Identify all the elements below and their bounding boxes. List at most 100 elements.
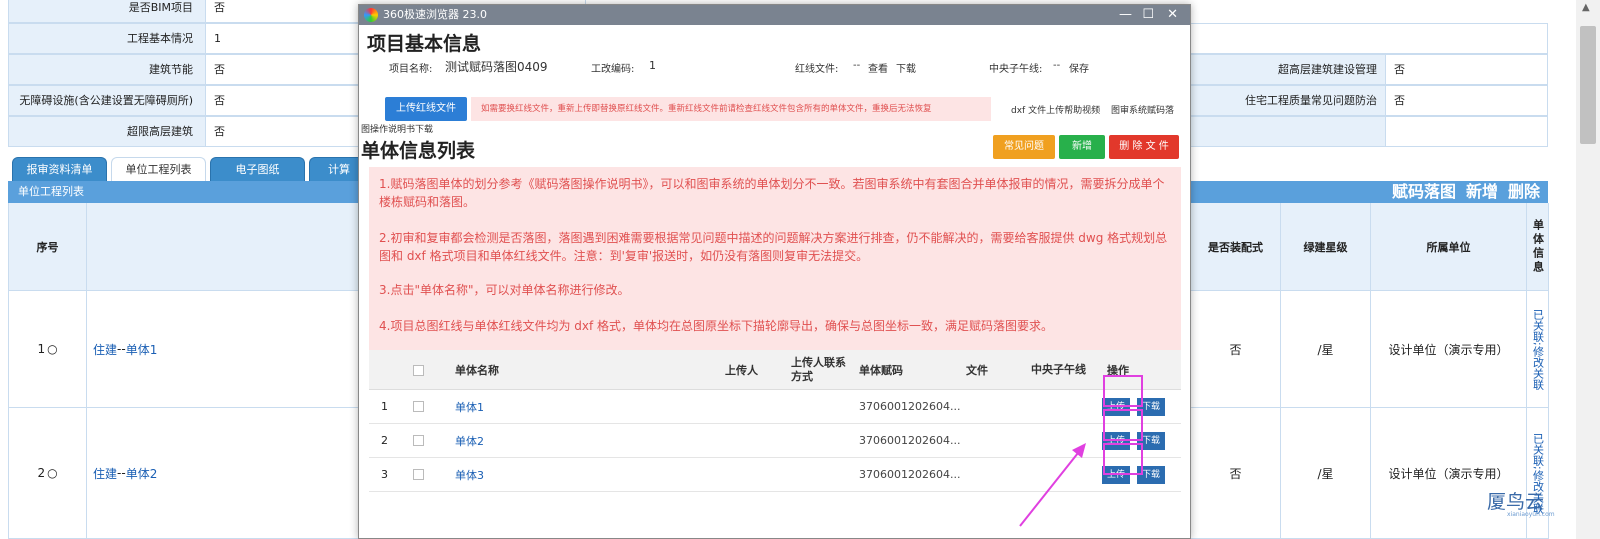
notice-4: 4.项目总图红线与单体红线文件均为 dxf 格式，单体均在总图原坐标下描轮廓导出… xyxy=(379,319,1054,333)
upload-redline-button[interactable]: 上传红线文件 xyxy=(385,97,467,121)
form-label: 超高层建筑建设管理 xyxy=(1278,63,1377,76)
row-2-prefab: 否 xyxy=(1191,408,1281,539)
add-button[interactable]: 新增 xyxy=(1466,182,1498,201)
list-actions: 赋码落图 新增 删除 xyxy=(1382,181,1540,203)
row-no: 2 xyxy=(37,466,46,480)
row-sep: -- xyxy=(117,342,126,356)
unit-name-link[interactable]: 单体1 xyxy=(455,399,484,415)
form-value-empty xyxy=(1385,117,1547,146)
row-index: 2 xyxy=(381,434,388,447)
assign-map-button[interactable]: 赋码落图 xyxy=(1392,182,1456,201)
col-uploader: 上传人 xyxy=(725,364,758,377)
browser-logo-icon xyxy=(364,8,378,22)
reform-code-value: 1 xyxy=(649,59,656,72)
central-meridian-save-link[interactable]: 保存 xyxy=(1069,60,1089,75)
unit-list-title: 单位工程列表 xyxy=(18,185,84,198)
form-label: 住宅工程质量常见问题防治 xyxy=(1245,94,1377,107)
project-info-title: 项目基本信息 xyxy=(367,33,482,55)
row-name[interactable]: 单体1 xyxy=(126,341,158,358)
row-info-link[interactable]: 已关联;修改关联 xyxy=(1530,309,1546,390)
unit-code: 3706001202604... xyxy=(859,468,961,481)
row-2-no: 2 ○ xyxy=(9,408,87,539)
unit-code: 3706001202604... xyxy=(859,434,961,447)
header-prefab: 是否装配式 xyxy=(1191,203,1281,291)
row-1-prefab: 否 xyxy=(1191,291,1281,408)
form-value: 否 xyxy=(1385,55,1547,84)
header-unit: 所属单位 xyxy=(1371,203,1527,291)
row-name[interactable]: 单体2 xyxy=(126,465,158,482)
unit-name-link[interactable]: 单体3 xyxy=(455,467,484,483)
row-1-green: /星 xyxy=(1281,291,1371,408)
manual-link[interactable]: 图审系统赋码落 xyxy=(1111,103,1174,116)
watermark-logo: 厦鸟云 xianiaoyun.com xyxy=(1487,487,1555,518)
row-tag[interactable]: 住建 xyxy=(93,465,117,482)
tab-unit-list[interactable]: 单位工程列表 xyxy=(111,157,206,181)
row-tag[interactable]: 住建 xyxy=(93,341,117,358)
popup-window: 360极速浏览器 23.0 — ☐ ✕ 项目基本信息 项目名称: 测试赋码落图0… xyxy=(358,4,1191,539)
col-file: 文件 xyxy=(966,364,988,377)
unit-name-link[interactable]: 单体2 xyxy=(455,433,484,449)
form-value: 否 xyxy=(1385,86,1547,115)
radio-icon[interactable]: ○ xyxy=(47,466,57,480)
header-info: 单体信息 xyxy=(1527,203,1549,291)
row-checkbox[interactable] xyxy=(413,401,424,412)
header-no: 序号 xyxy=(9,203,87,291)
tab-report-list[interactable]: 报审资料清单 xyxy=(12,157,107,181)
page-scrollbar[interactable]: ▲ xyxy=(1576,0,1600,539)
tab-drawings[interactable]: 电子图纸 xyxy=(210,157,305,181)
notice-2: 2.初审和复审都会检测是否落图，落图遇到困难需要根据常见问题中描述的问题解决方案… xyxy=(379,231,1168,263)
manual-link-continued[interactable]: 图操作说明书下载 xyxy=(361,122,433,135)
scroll-thumb[interactable] xyxy=(1580,26,1596,144)
unit-code: 3706001202604... xyxy=(859,400,961,413)
row-index: 3 xyxy=(381,468,388,481)
redline-download-link[interactable]: 下载 xyxy=(896,60,916,75)
highlight-box xyxy=(1103,409,1143,441)
row-2-green: /星 xyxy=(1281,408,1371,539)
row-checkbox[interactable] xyxy=(413,469,424,480)
dxf-help-video-link[interactable]: dxf 文件上传帮助视频 xyxy=(1011,103,1100,116)
header-green: 绿建星级 xyxy=(1281,203,1371,291)
highlight-box xyxy=(1103,375,1143,407)
row-1-unit: 设计单位（演示专用） xyxy=(1371,291,1527,408)
delete-button[interactable]: 删除 xyxy=(1508,182,1540,201)
minimize-icon[interactable]: — xyxy=(1119,5,1132,25)
scroll-up-icon[interactable]: ▲ xyxy=(1582,2,1590,13)
central-meridian-value: -- xyxy=(1053,60,1061,71)
row-1-no: 1 ○ xyxy=(9,291,87,408)
col-code: 单体赋码 xyxy=(859,364,903,377)
redline-value: -- xyxy=(853,60,861,71)
col-name: 单体名称 xyxy=(455,364,499,377)
faq-button[interactable]: 常见问题 xyxy=(993,135,1055,159)
row-sep: -- xyxy=(117,466,126,480)
form-label: 超限高层建筑 xyxy=(127,125,193,138)
row-2-unit: 设计单位（演示专用） xyxy=(1371,408,1527,539)
watermark-sub: xianiaoyun.com xyxy=(1507,511,1555,518)
select-all-checkbox[interactable] xyxy=(413,350,433,390)
project-name-value: 测试赋码落图0409 xyxy=(445,60,548,74)
central-meridian-label: 中央子午线: xyxy=(989,64,1043,75)
browser-title: 360极速浏览器 23.0 xyxy=(383,8,487,21)
redline-label: 红线文件: xyxy=(795,64,839,75)
notice-3: 3.点击"单体名称"，可以对单体名称进行修改。 xyxy=(379,283,630,297)
header-info-text: 单体信息 xyxy=(1531,218,1545,275)
col-contact: 上传人联系方式 xyxy=(791,356,846,383)
form-label: 无障碍设施(含公建设置无障碍厕所) xyxy=(19,94,193,107)
maximize-icon[interactable]: ☐ xyxy=(1142,5,1154,25)
close-icon[interactable]: ✕ xyxy=(1167,5,1178,25)
unit-info-list-title: 单体信息列表 xyxy=(361,140,476,162)
row-checkbox[interactable] xyxy=(413,435,424,446)
radio-icon[interactable]: ○ xyxy=(47,342,57,356)
watermark-text: 厦鸟云 xyxy=(1487,491,1545,513)
form-label: 是否BIM项目 xyxy=(128,1,193,14)
project-name-label: 项目名称: xyxy=(389,64,433,75)
add-unit-button[interactable]: 新增 xyxy=(1059,135,1105,159)
delete-file-button[interactable]: 删 除 文 件 xyxy=(1109,135,1179,159)
notice-1: 1.赋码落图单体的划分参考《赋码落图操作说明书》，可以和图审系统的单体划分不一致… xyxy=(379,177,1165,209)
redline-view-link[interactable]: 查看 xyxy=(868,60,888,75)
table-row: 3 单体3 3706001202604... 上传 下载 xyxy=(369,458,1181,492)
notice-box: 1.赋码落图单体的划分参考《赋码落图操作说明书》，可以和图审系统的单体划分不一致… xyxy=(369,167,1181,350)
table-row: 1 单体1 3706001202604... 上传 下载 xyxy=(369,390,1181,424)
row-index: 1 xyxy=(381,400,388,413)
form-label: 建筑节能 xyxy=(149,63,193,76)
col-meridian: 中央子午线 xyxy=(1031,363,1086,376)
